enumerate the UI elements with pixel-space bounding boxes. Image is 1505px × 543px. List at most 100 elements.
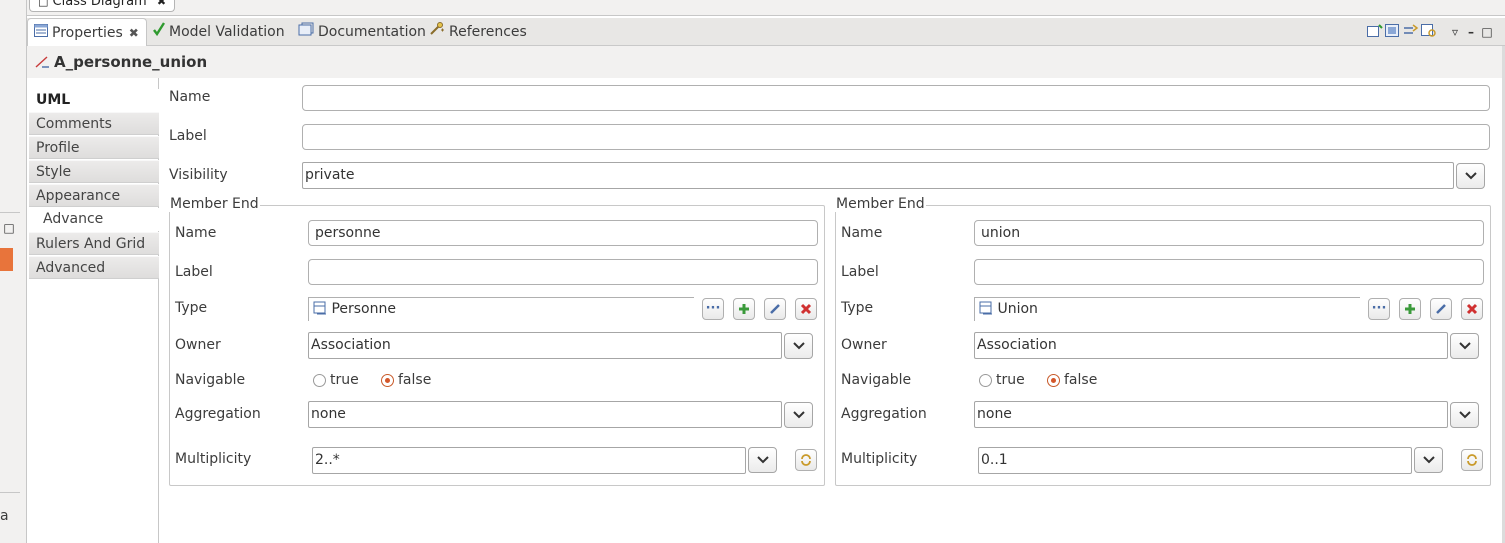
section-tab-uml[interactable]: UML: [29, 89, 159, 112]
aggregation-dropdown-button[interactable]: [784, 402, 813, 428]
close-icon[interactable]: ✖: [157, 0, 166, 8]
member-end-multiplicity-select[interactable]: 2..*: [312, 447, 746, 474]
multiplicity-dropdown-button[interactable]: [748, 447, 777, 473]
member-end-name-input[interactable]: [308, 220, 818, 246]
member-end-owner-select[interactable]: Association: [974, 332, 1448, 359]
chevron-down-icon: [1464, 172, 1477, 180]
multiplicity-dropdown-button[interactable]: [1414, 447, 1443, 473]
search-icon[interactable]: [1421, 24, 1437, 40]
member-end-type-label: Type: [841, 300, 874, 316]
owner-dropdown-button[interactable]: [1450, 333, 1479, 359]
chevron-down-icon: [1458, 342, 1471, 350]
maximize-icon[interactable]: □: [0, 219, 18, 237]
owner-dropdown-button[interactable]: [784, 333, 813, 359]
left-side-view: □ a: [0, 0, 27, 543]
label-input[interactable]: [302, 124, 1490, 150]
tab-properties[interactable]: Properties ✖: [27, 18, 147, 47]
browse-button[interactable]: ···: [702, 298, 724, 320]
selection-marker: [0, 248, 13, 271]
browse-button[interactable]: ···: [1368, 298, 1390, 320]
close-icon[interactable]: ✖: [129, 26, 139, 40]
member-end-multiplicity-label: Multiplicity: [841, 451, 918, 467]
member-end-aggregation-label: Aggregation: [175, 406, 261, 422]
chevron-down-icon: [1458, 411, 1471, 419]
section-tab-rulers-and-grid[interactable]: Rulers And Grid: [29, 232, 159, 255]
label-label: Label: [169, 128, 207, 144]
navigable-true-radio[interactable]: [313, 374, 326, 387]
view-menu-icon[interactable]: ▿: [1447, 24, 1463, 40]
delete-icon: [1466, 303, 1478, 315]
pin-icon[interactable]: [1385, 24, 1401, 40]
chevron-down-icon: [756, 456, 769, 464]
editor-tab-class-diagram[interactable]: □ Class Diagram ✖: [29, 0, 176, 12]
group-title: Member End: [169, 196, 260, 212]
class-icon: [313, 301, 327, 317]
diagram-icon: □: [38, 0, 49, 8]
tab-documentation[interactable]: Documentation: [298, 18, 426, 46]
separator: [0, 492, 20, 493]
delete-button[interactable]: [1461, 298, 1483, 320]
member-end-name-label: Name: [175, 225, 217, 241]
add-button[interactable]: [1399, 298, 1421, 320]
separator: [0, 212, 20, 213]
check-icon: [153, 18, 166, 46]
navigable-false-radio[interactable]: [1047, 374, 1060, 387]
member-end-owner-select[interactable]: Association: [308, 332, 782, 359]
chevron-down-icon: [792, 342, 805, 350]
visibility-select[interactable]: private: [302, 162, 1454, 189]
section-tab-advanced[interactable]: Advanced: [29, 256, 159, 279]
refresh-icon: [801, 454, 811, 466]
visibility-dropdown-button[interactable]: [1456, 163, 1485, 189]
class-icon: [979, 301, 993, 317]
member-end-name-input[interactable]: [974, 220, 1484, 246]
section-tabs: UML Comments Profile Style Appearance Ad…: [27, 78, 159, 543]
navigable-true-label: true: [330, 372, 359, 388]
member-end-type-field[interactable]: Personne: [308, 297, 694, 321]
maximize-icon[interactable]: □: [1479, 24, 1495, 40]
group-title: Member End: [835, 196, 926, 212]
tab-label: Model Validation: [169, 24, 285, 40]
add-button[interactable]: [733, 298, 755, 320]
member-end-multiplicity-select[interactable]: 0..1: [978, 447, 1412, 474]
editor-tab-strip: □ Class Diagram ✖: [27, 0, 1505, 16]
chevron-down-icon: [1422, 456, 1435, 464]
section-tab-profile[interactable]: Profile: [29, 136, 159, 159]
aggregation-dropdown-button[interactable]: [1450, 402, 1479, 428]
link-icon[interactable]: [1403, 24, 1419, 40]
minimize-icon[interactable]: –: [1463, 24, 1479, 40]
tab-references[interactable]: References: [429, 18, 527, 46]
name-label: Name: [169, 89, 211, 105]
navigable-true-radio[interactable]: [979, 374, 992, 387]
member-end-label-input[interactable]: [308, 259, 818, 285]
section-tab-style[interactable]: Style: [29, 160, 159, 183]
delete-icon: [800, 303, 812, 315]
switch-editor-button[interactable]: [795, 449, 817, 471]
navigable-false-radio[interactable]: [381, 374, 394, 387]
edit-button[interactable]: [1430, 298, 1452, 320]
switch-editor-button[interactable]: [1461, 449, 1483, 471]
member-end-aggregation-select[interactable]: none: [974, 401, 1448, 428]
member-end-aggregation-select[interactable]: none: [308, 401, 782, 428]
member-end-type-label: Type: [175, 300, 208, 316]
plus-icon: [1405, 304, 1415, 314]
member-end-type-field[interactable]: Union: [974, 297, 1360, 321]
type-value: Union: [997, 301, 1038, 317]
properties-icon: [34, 19, 48, 47]
section-tab-advance[interactable]: Advance: [29, 208, 159, 231]
new-view-icon[interactable]: [1367, 24, 1383, 40]
more-icon: ···: [705, 301, 721, 316]
plus-icon: [739, 304, 749, 314]
pencil-icon: [1436, 304, 1446, 314]
member-end-name-label: Name: [841, 225, 883, 241]
edit-button[interactable]: [764, 298, 786, 320]
delete-button[interactable]: [795, 298, 817, 320]
association-icon: [35, 55, 49, 69]
refresh-icon: [1467, 454, 1477, 466]
name-input[interactable]: [302, 85, 1490, 111]
tab-model-validation[interactable]: Model Validation: [153, 18, 285, 46]
tab-label: Properties: [52, 25, 123, 41]
member-end-label-input[interactable]: [974, 259, 1484, 285]
section-tab-appearance[interactable]: Appearance: [29, 184, 159, 207]
truncated-text: a: [0, 508, 9, 524]
section-tab-comments[interactable]: Comments: [29, 112, 159, 135]
